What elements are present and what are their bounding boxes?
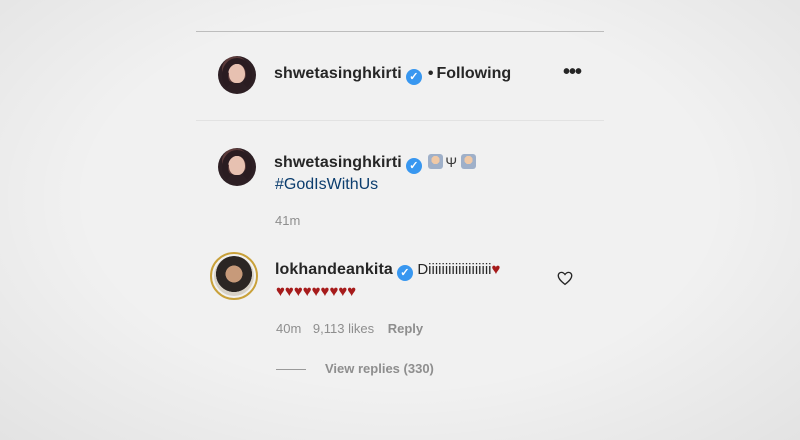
comment-text: Diiiiiiiiiiiiiiiiiii — [417, 261, 492, 278]
comment-hearts: ♥♥♥♥♥♥♥♥♥ — [276, 283, 357, 300]
verified-badge-icon: ✓ — [396, 265, 413, 281]
reply-button[interactable]: Reply — [388, 321, 423, 336]
caption-author-avatar[interactable] — [218, 148, 256, 186]
caption-timestamp[interactable]: 41m — [275, 213, 300, 228]
replies-divider — [276, 369, 306, 370]
author-avatar[interactable] — [218, 56, 256, 94]
like-heart-icon[interactable] — [556, 269, 574, 287]
praying-emoji-icon — [428, 154, 444, 169]
commenter-avatar[interactable] — [210, 252, 258, 300]
commenter-username[interactable]: lokhandeankita — [275, 261, 393, 278]
author-username[interactable]: shwetasinghkirti — [274, 65, 402, 82]
trident-emoji: Ψ — [445, 154, 458, 170]
verified-badge-icon: ✓ — [405, 158, 422, 174]
separator-dot: • — [427, 65, 434, 82]
more-options-icon[interactable]: ••• — [560, 62, 584, 85]
post-header: shwetasinghkirti ✓ • Following ••• — [196, 32, 604, 121]
comment-likes-count[interactable]: 9,113 likes — [313, 321, 374, 336]
header-text: shwetasinghkirti ✓ • Following — [274, 65, 511, 85]
caption-line: shwetasinghkirti ✓ Ψ — [274, 154, 477, 174]
caption-hashtag[interactable]: #GodIsWithUs — [275, 176, 378, 194]
verified-badge-icon: ✓ — [405, 69, 422, 85]
view-replies-button[interactable]: View replies (330) — [325, 361, 434, 376]
comment-line: lokhandeankita ✓ Diiiiiiiiiiiiiiiiiii♥ — [275, 261, 565, 281]
caption-author-username[interactable]: shwetasinghkirti — [274, 154, 402, 171]
praying-emoji-icon — [461, 154, 477, 169]
heart-emoji: ♥ — [491, 261, 501, 278]
comment-meta: 40m 9,113 likes Reply — [276, 321, 423, 336]
comments-panel: shwetasinghkirti ✓ • Following ••• shwetasi… — [196, 31, 604, 376]
following-button[interactable]: Following — [436, 65, 511, 82]
comment-timestamp[interactable]: 40m — [276, 321, 301, 336]
